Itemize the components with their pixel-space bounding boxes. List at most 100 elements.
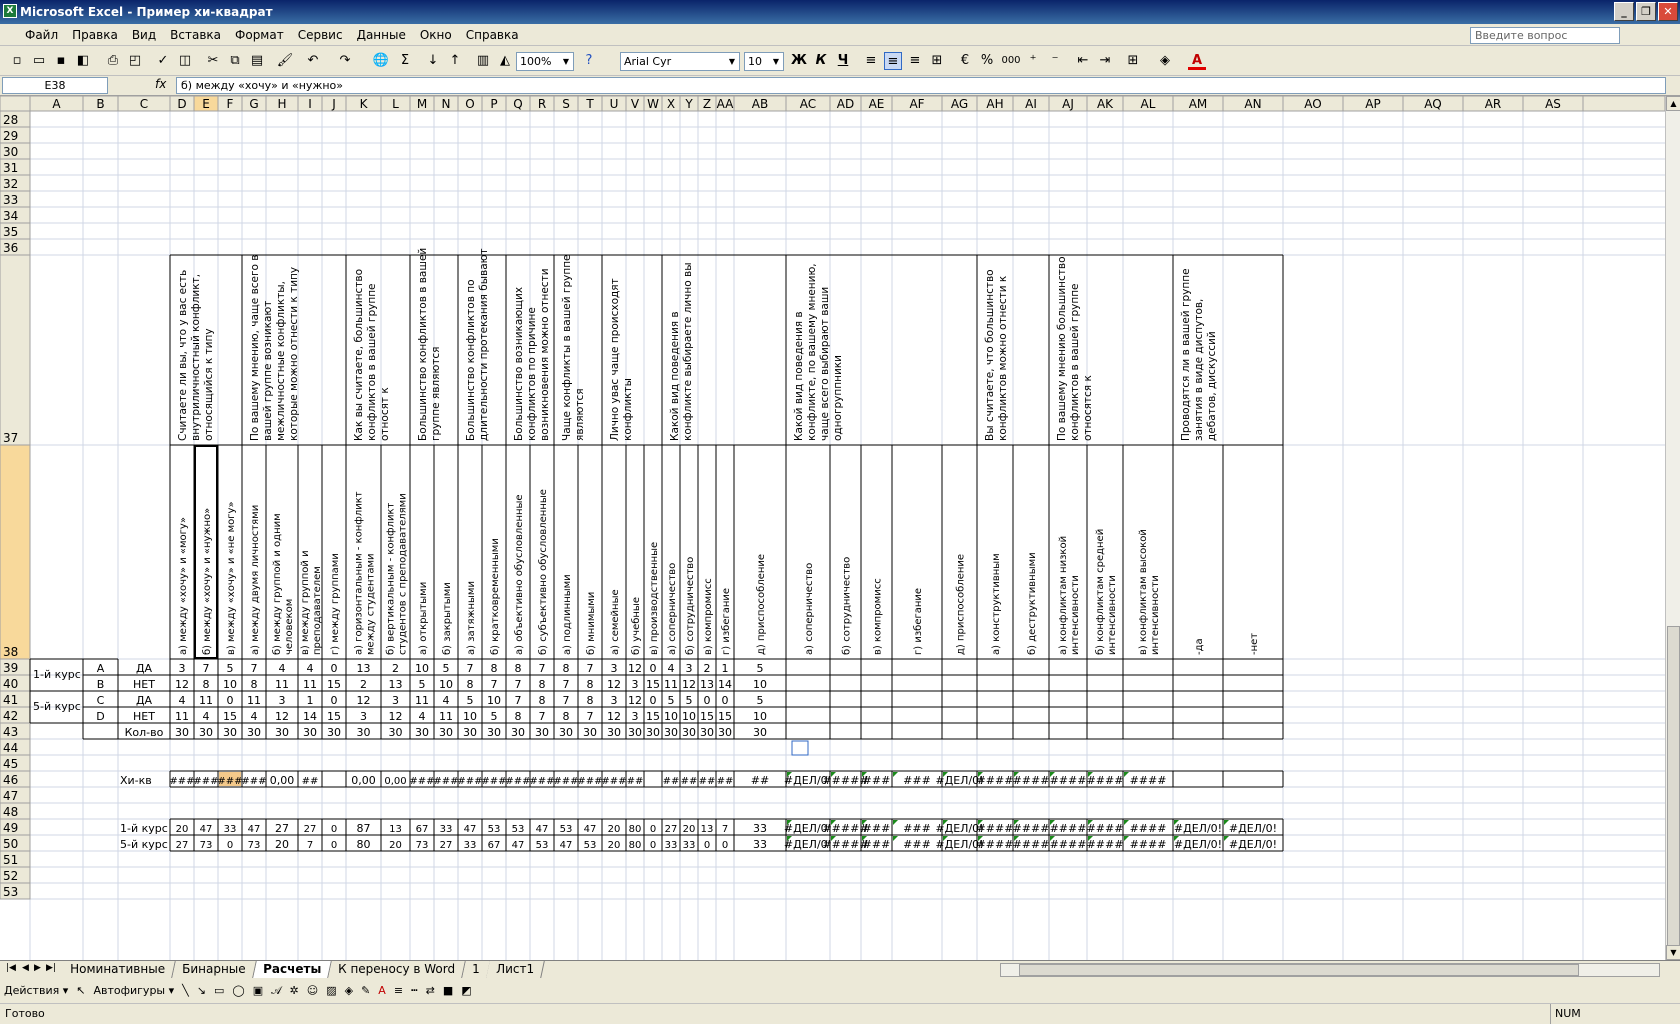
select-objects-icon[interactable]: ↖ [76, 984, 85, 997]
worksheet-grid[interactable]: A B C D E F G H I J K L M N O P Q R S T U V W X Y Z AA AB AC AD AE AF AG… [0, 96, 1665, 960]
font-color-draw-icon[interactable]: А [378, 984, 386, 997]
sort-descending-icon[interactable]: ↑ [446, 52, 464, 70]
next-sheet-icon[interactable]: ▶ [34, 963, 41, 973]
research-icon[interactable]: ◫ [176, 52, 194, 70]
align-left-icon[interactable]: ≡ [862, 52, 880, 70]
sheet-tab-nominative[interactable]: Номинативные [60, 961, 176, 978]
scroll-up-icon[interactable]: ▲ [1666, 96, 1680, 111]
menu-help[interactable]: Справка [459, 28, 526, 42]
picture-icon[interactable]: ▨ [326, 984, 336, 997]
sheet-tab-binary[interactable]: Бинарные [172, 961, 257, 978]
fill-color-icon[interactable]: ◈ [1156, 52, 1174, 70]
decrease-indent-icon[interactable]: ⇤ [1074, 52, 1092, 70]
arrow-icon[interactable]: ↘ [197, 984, 206, 997]
rectangle-icon[interactable]: ▭ [214, 984, 224, 997]
vertical-scroll-thumb[interactable] [1667, 626, 1680, 946]
3d-icon[interactable]: ◩ [461, 984, 471, 997]
percent-button[interactable]: % [978, 52, 996, 70]
new-file-icon[interactable]: ▫ [8, 52, 26, 70]
shadow-icon[interactable]: ■ [443, 984, 453, 997]
autosum-icon[interactable]: Σ [396, 52, 414, 70]
hyperlink-icon[interactable]: 🌐 [372, 52, 390, 70]
row-header[interactable] [0, 254, 31, 446]
last-sheet-icon[interactable]: ▶| [46, 963, 56, 973]
menu-insert[interactable]: Вставка [163, 28, 228, 42]
dash-style-icon[interactable]: ┅ [411, 984, 418, 997]
redo-icon[interactable]: ↷ [336, 52, 354, 70]
help-search-input[interactable]: Введите вопрос [1470, 27, 1620, 44]
undo-icon[interactable]: ↶ [304, 52, 322, 70]
increase-indent-icon[interactable]: ⇥ [1096, 52, 1114, 70]
actions-menu[interactable]: Действия ▾ [4, 984, 68, 997]
size-dropdown-icon[interactable]: ▼ [770, 54, 782, 69]
align-right-icon[interactable]: ≡ [906, 52, 924, 70]
print-icon[interactable]: ⎙ [104, 52, 122, 70]
cut-icon[interactable]: ✂ [204, 52, 222, 70]
zoom-dropdown-icon[interactable]: ▼ [560, 54, 572, 69]
close-button[interactable]: ✕ [1658, 2, 1678, 21]
zoom-select[interactable]: 100% ▼ [516, 52, 574, 71]
copy-icon[interactable]: ⧉ [226, 52, 244, 70]
autoshapes-menu[interactable]: Автофигуры ▾ [93, 984, 174, 997]
sheet-tab-calculations[interactable]: Расчеты [252, 961, 332, 978]
function-icon[interactable]: fx [155, 77, 166, 91]
menu-format[interactable]: Формат [228, 28, 291, 42]
increase-decimal-icon[interactable]: ⁺ [1024, 52, 1042, 70]
font-size-select[interactable]: 10 ▼ [744, 52, 784, 71]
menu-view[interactable]: Вид [125, 28, 163, 42]
textbox-icon[interactable]: ▣ [253, 984, 263, 997]
line-style-icon[interactable]: ≡ [394, 984, 403, 997]
arrow-style-icon[interactable]: ⇄ [426, 984, 435, 997]
sheet-tab-transfer-word[interactable]: К переносу в Word [327, 961, 466, 978]
row-header[interactable] [0, 444, 31, 660]
drawing-icon[interactable]: ◭ [496, 52, 514, 70]
clipart-icon[interactable]: ☺ [307, 984, 318, 997]
menu-tools[interactable]: Сервис [291, 28, 350, 42]
horizontal-scroll-thumb[interactable] [1019, 964, 1579, 976]
prev-sheet-icon[interactable]: ◀ [22, 963, 29, 973]
excel-icon[interactable]: X [3, 4, 17, 18]
scroll-down-icon[interactable]: ▼ [1666, 945, 1680, 960]
horizontal-scrollbar[interactable] [1000, 963, 1660, 977]
formula-input[interactable]: б) между «хочу» и «нужно» [176, 77, 1666, 94]
font-color-icon[interactable]: А [1188, 52, 1206, 70]
save-icon[interactable]: ▪ [52, 52, 70, 70]
menu-data[interactable]: Данные [350, 28, 413, 42]
minimize-button[interactable]: _ [1614, 2, 1634, 21]
menu-window[interactable]: Окно [413, 28, 459, 42]
underline-button[interactable]: Ч [834, 52, 852, 70]
paste-options-icon[interactable] [791, 740, 809, 756]
chart-wizard-icon[interactable]: ▥ [474, 52, 492, 70]
align-center-icon[interactable]: ≡ [884, 52, 902, 70]
print-preview-icon[interactable]: ◰ [126, 52, 144, 70]
merge-center-icon[interactable]: ⊞ [928, 52, 946, 70]
vertical-scrollbar[interactable]: ▲ ▼ [1665, 96, 1680, 960]
restore-button[interactable]: ❐ [1636, 2, 1656, 21]
borders-icon[interactable]: ⊞ [1124, 52, 1142, 70]
help-icon[interactable]: ? [580, 52, 598, 70]
menu-file[interactable]: Файл [18, 28, 65, 42]
first-sheet-icon[interactable]: |◀ [6, 963, 16, 973]
fill-color-draw-icon[interactable]: ◈ [345, 984, 353, 997]
menu-edit[interactable]: Правка [65, 28, 125, 42]
name-box[interactable]: E38 [2, 77, 108, 94]
spelling-icon[interactable]: ✓ [154, 52, 172, 70]
permission-icon[interactable]: ◧ [74, 52, 92, 70]
paste-icon[interactable]: ▤ [248, 52, 266, 70]
currency-icon[interactable]: € [956, 52, 974, 70]
sheet-tab-list1[interactable]: Лист1 [486, 961, 546, 978]
decrease-decimal-icon[interactable]: ⁻ [1046, 52, 1064, 70]
font-select[interactable]: Arial Cyr ▼ [620, 52, 740, 71]
oval-icon[interactable]: ◯ [232, 984, 244, 997]
sort-ascending-icon[interactable]: ↓ [424, 52, 442, 70]
line-color-icon[interactable]: ✎ [361, 984, 370, 997]
format-painter-icon[interactable]: 🖌 [276, 52, 294, 70]
thousands-button[interactable]: 000 [1000, 52, 1022, 70]
diagram-icon[interactable]: ✲ [290, 984, 299, 997]
line-icon[interactable]: ╲ [182, 984, 189, 997]
bold-button[interactable]: Ж [790, 52, 808, 70]
wordart-icon[interactable]: 𝒜 [271, 984, 281, 998]
italic-button[interactable]: К [812, 52, 830, 70]
open-folder-icon[interactable]: ▭ [30, 52, 48, 70]
font-dropdown-icon[interactable]: ▼ [726, 54, 738, 69]
